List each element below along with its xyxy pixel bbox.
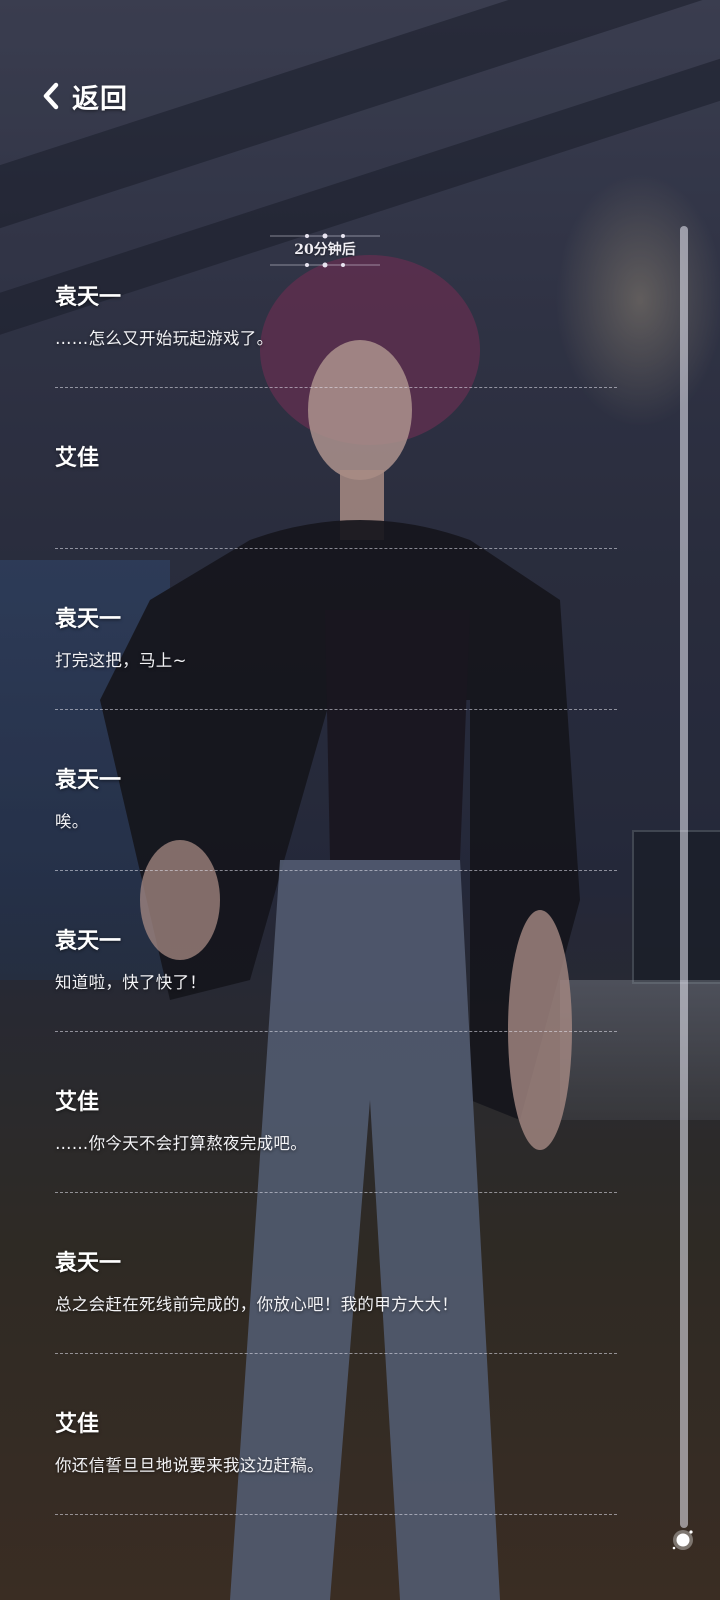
speaker-name: 袁天一 bbox=[55, 1250, 122, 1276]
time-marker: 20分钟后 bbox=[260, 232, 390, 272]
dialogue-text: 你还信誓旦旦地说要来我这边赶稿。 bbox=[55, 1456, 324, 1475]
speaker-name: 袁天一 bbox=[55, 284, 122, 310]
dialogue-entry: 袁天一 ……怎么又开始玩起游戏了。 bbox=[55, 275, 617, 436]
dashed-divider bbox=[55, 870, 617, 871]
dialogue-text: ……怎么又开始玩起游戏了。 bbox=[55, 329, 274, 348]
dialogue-entry: 袁天一 知道啦，快了快了！ bbox=[55, 919, 617, 1080]
dialogue-text: 知道啦，快了快了！ bbox=[55, 973, 207, 992]
back-label: 返回 bbox=[72, 83, 128, 115]
dashed-divider bbox=[55, 1514, 617, 1515]
speaker-name: 艾佳 bbox=[55, 1089, 100, 1115]
dialogue-entry: 袁天一 打完这把，马上~ bbox=[55, 597, 617, 758]
speaker-name: 艾佳 bbox=[55, 1411, 100, 1437]
time-marker-text: 20分钟后 bbox=[294, 242, 356, 258]
dialogue-text: ……你今天不会打算熬夜完成吧。 bbox=[55, 1134, 307, 1153]
scrollbar-track[interactable] bbox=[680, 226, 688, 1528]
chevron-left-icon bbox=[43, 82, 59, 110]
dialogue-text: 打完这把，马上~ bbox=[55, 651, 187, 670]
dashed-divider bbox=[55, 709, 617, 710]
dialogue-text: 唉。 bbox=[55, 812, 89, 831]
dialogue-text: 总之会赶在死线前完成的，你放心吧！我的甲方大大！ bbox=[55, 1295, 459, 1314]
speaker-name: 袁天一 bbox=[55, 606, 122, 632]
dashed-divider bbox=[55, 387, 617, 388]
speaker-name: 袁天一 bbox=[55, 767, 122, 793]
speaker-name: 艾佳 bbox=[55, 445, 100, 471]
dialogue-log[interactable]: 袁天一 ……怎么又开始玩起游戏了。 艾佳 袁天一 打完这把，马上~ 袁天一 唉。… bbox=[55, 275, 617, 1563]
dialogue-entry: 艾佳 bbox=[55, 436, 617, 597]
dashed-divider bbox=[55, 548, 617, 549]
dashed-divider bbox=[55, 1192, 617, 1193]
dashed-divider bbox=[55, 1353, 617, 1354]
dialogue-entry: 袁天一 总之会赶在死线前完成的，你放心吧！我的甲方大大！ bbox=[55, 1241, 617, 1402]
dialogue-entry: 艾佳 你还信誓旦旦地说要来我这边赶稿。 bbox=[55, 1402, 617, 1563]
scrollbar-thumb[interactable] bbox=[671, 1528, 695, 1552]
speaker-name: 袁天一 bbox=[55, 928, 122, 954]
dialogue-entry: 艾佳 ……你今天不会打算熬夜完成吧。 bbox=[55, 1080, 617, 1241]
dialogue-entry: 袁天一 唉。 bbox=[55, 758, 617, 919]
dashed-divider bbox=[55, 1031, 617, 1032]
back-button[interactable]: 返回 bbox=[40, 74, 128, 118]
